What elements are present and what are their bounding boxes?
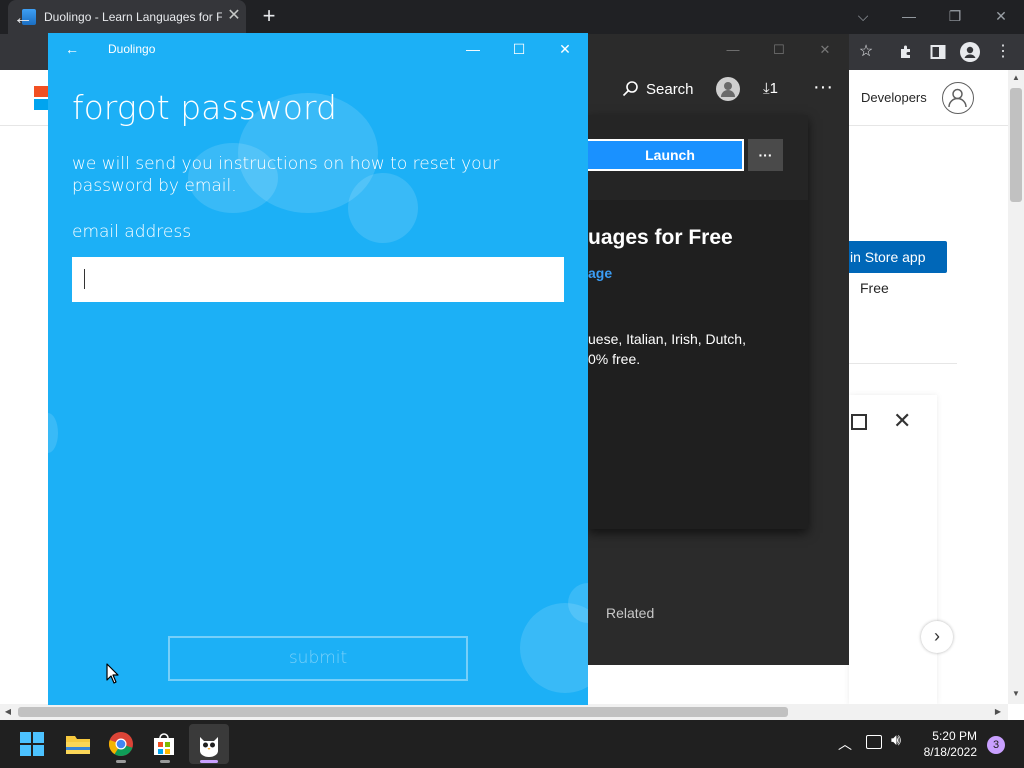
mouse-pointer-icon (106, 663, 119, 684)
notification-badge[interactable]: 3 (987, 736, 1005, 754)
email-label: email address (72, 222, 192, 242)
side-panel-icon[interactable] (926, 40, 950, 64)
tab-close-icon[interactable]: ✕ (224, 6, 244, 26)
scroll-down-icon[interactable]: ▼ (1008, 686, 1024, 702)
clock-date[interactable]: 8/18/2022 (920, 745, 977, 759)
scroll-left-icon[interactable]: ◀ (0, 704, 16, 720)
related-tab[interactable]: Related (606, 605, 654, 621)
tab-title: Duolingo - Learn Languages for Free (44, 10, 222, 24)
store-close-button[interactable]: ✕ (802, 38, 848, 62)
clock-time[interactable]: 5:20 PM (932, 729, 977, 743)
taskbar-duolingo-button[interactable] (189, 724, 229, 764)
duolingo-window (48, 33, 588, 705)
window-restore-button[interactable]: ❐ (932, 4, 978, 28)
horizontal-scroll-thumb[interactable] (18, 707, 788, 717)
new-tab-button[interactable]: + (258, 5, 280, 27)
duo-maximize-button[interactable]: ☐ (504, 38, 534, 60)
profile-icon[interactable] (958, 40, 982, 64)
file-explorer-icon[interactable] (65, 733, 91, 760)
download-icon: ⤓ (763, 80, 770, 97)
tab-search-icon[interactable]: ⌵ (840, 4, 886, 28)
store-app-publisher-link[interactable]: age (588, 265, 612, 281)
bookmark-star-icon[interactable]: ☆ (854, 40, 878, 64)
launch-more-button[interactable]: ··· (748, 139, 783, 171)
scroll-up-icon[interactable]: ▲ (1008, 70, 1024, 86)
store-more-icon[interactable]: ··· (813, 76, 833, 99)
open-in-store-button[interactable]: in Store app (849, 241, 947, 273)
network-icon[interactable] (866, 735, 882, 749)
store-account-icon[interactable] (716, 77, 740, 101)
volume-icon[interactable]: 🔊︎ (891, 732, 901, 750)
scroll-right-icon[interactable]: ▶ (990, 704, 1006, 720)
tray-overflow-chevron-icon[interactable]: ︿ (838, 734, 852, 754)
store-maximize-button[interactable]: ☐ (756, 38, 802, 62)
section-divider (849, 363, 957, 364)
price-label: Free (860, 280, 889, 296)
store-search-button[interactable]: Search (646, 81, 694, 98)
vertical-scroll-thumb[interactable] (1010, 88, 1022, 202)
instructions-text: we will send you instructions on how to … (72, 154, 500, 196)
carousel-next-icon[interactable]: › (921, 621, 953, 653)
chrome-icon[interactable] (108, 731, 134, 762)
window-close-button[interactable]: ✕ (978, 4, 1024, 28)
store-app-title: uages for Free (588, 226, 733, 249)
cloud-decoration (48, 413, 58, 453)
running-indicator (116, 760, 126, 763)
duo-close-button[interactable]: ✕ (550, 38, 580, 60)
window-title: Duolingo (108, 42, 156, 56)
store-app-description: 0% free. (588, 351, 641, 367)
page-title: forgot password (72, 88, 337, 127)
running-indicator (160, 760, 170, 763)
downloads-button[interactable]: ⤓1 (763, 80, 778, 97)
windows-start-icon[interactable] (20, 732, 44, 761)
store-app-description: uese, Italian, Irish, Dutch, (588, 331, 746, 347)
microsoft-logo-icon[interactable] (34, 86, 48, 110)
launch-button[interactable]: Launch (588, 139, 744, 171)
text-caret (84, 269, 85, 289)
browser-tab[interactable]: Duolingo - Learn Languages for Free ✕ (8, 0, 246, 34)
search-icon[interactable] (622, 80, 639, 102)
active-app-indicator (200, 760, 218, 763)
duo-minimize-button[interactable]: — (458, 38, 488, 60)
maximize-icon[interactable] (851, 414, 867, 430)
browser-menu-icon[interactable]: ⋮ (991, 40, 1015, 64)
submit-button[interactable]: submit (168, 636, 468, 681)
microsoft-store-icon[interactable] (151, 731, 177, 762)
back-arrow-icon[interactable]: ← (10, 4, 36, 32)
store-minimize-button[interactable]: — (710, 38, 756, 62)
developers-link[interactable]: Developers (861, 90, 927, 105)
account-profile-icon[interactable] (942, 82, 974, 114)
duolingo-owl-icon (200, 737, 218, 757)
extensions-puzzle-icon[interactable] (894, 40, 918, 64)
media-card (849, 395, 937, 705)
card-close-icon[interactable]: ✕ (893, 410, 911, 432)
email-field[interactable] (72, 257, 564, 302)
download-count: 1 (769, 80, 778, 97)
back-arrow-icon[interactable]: ← (62, 39, 82, 59)
window-minimize-button[interactable]: — (886, 4, 932, 28)
